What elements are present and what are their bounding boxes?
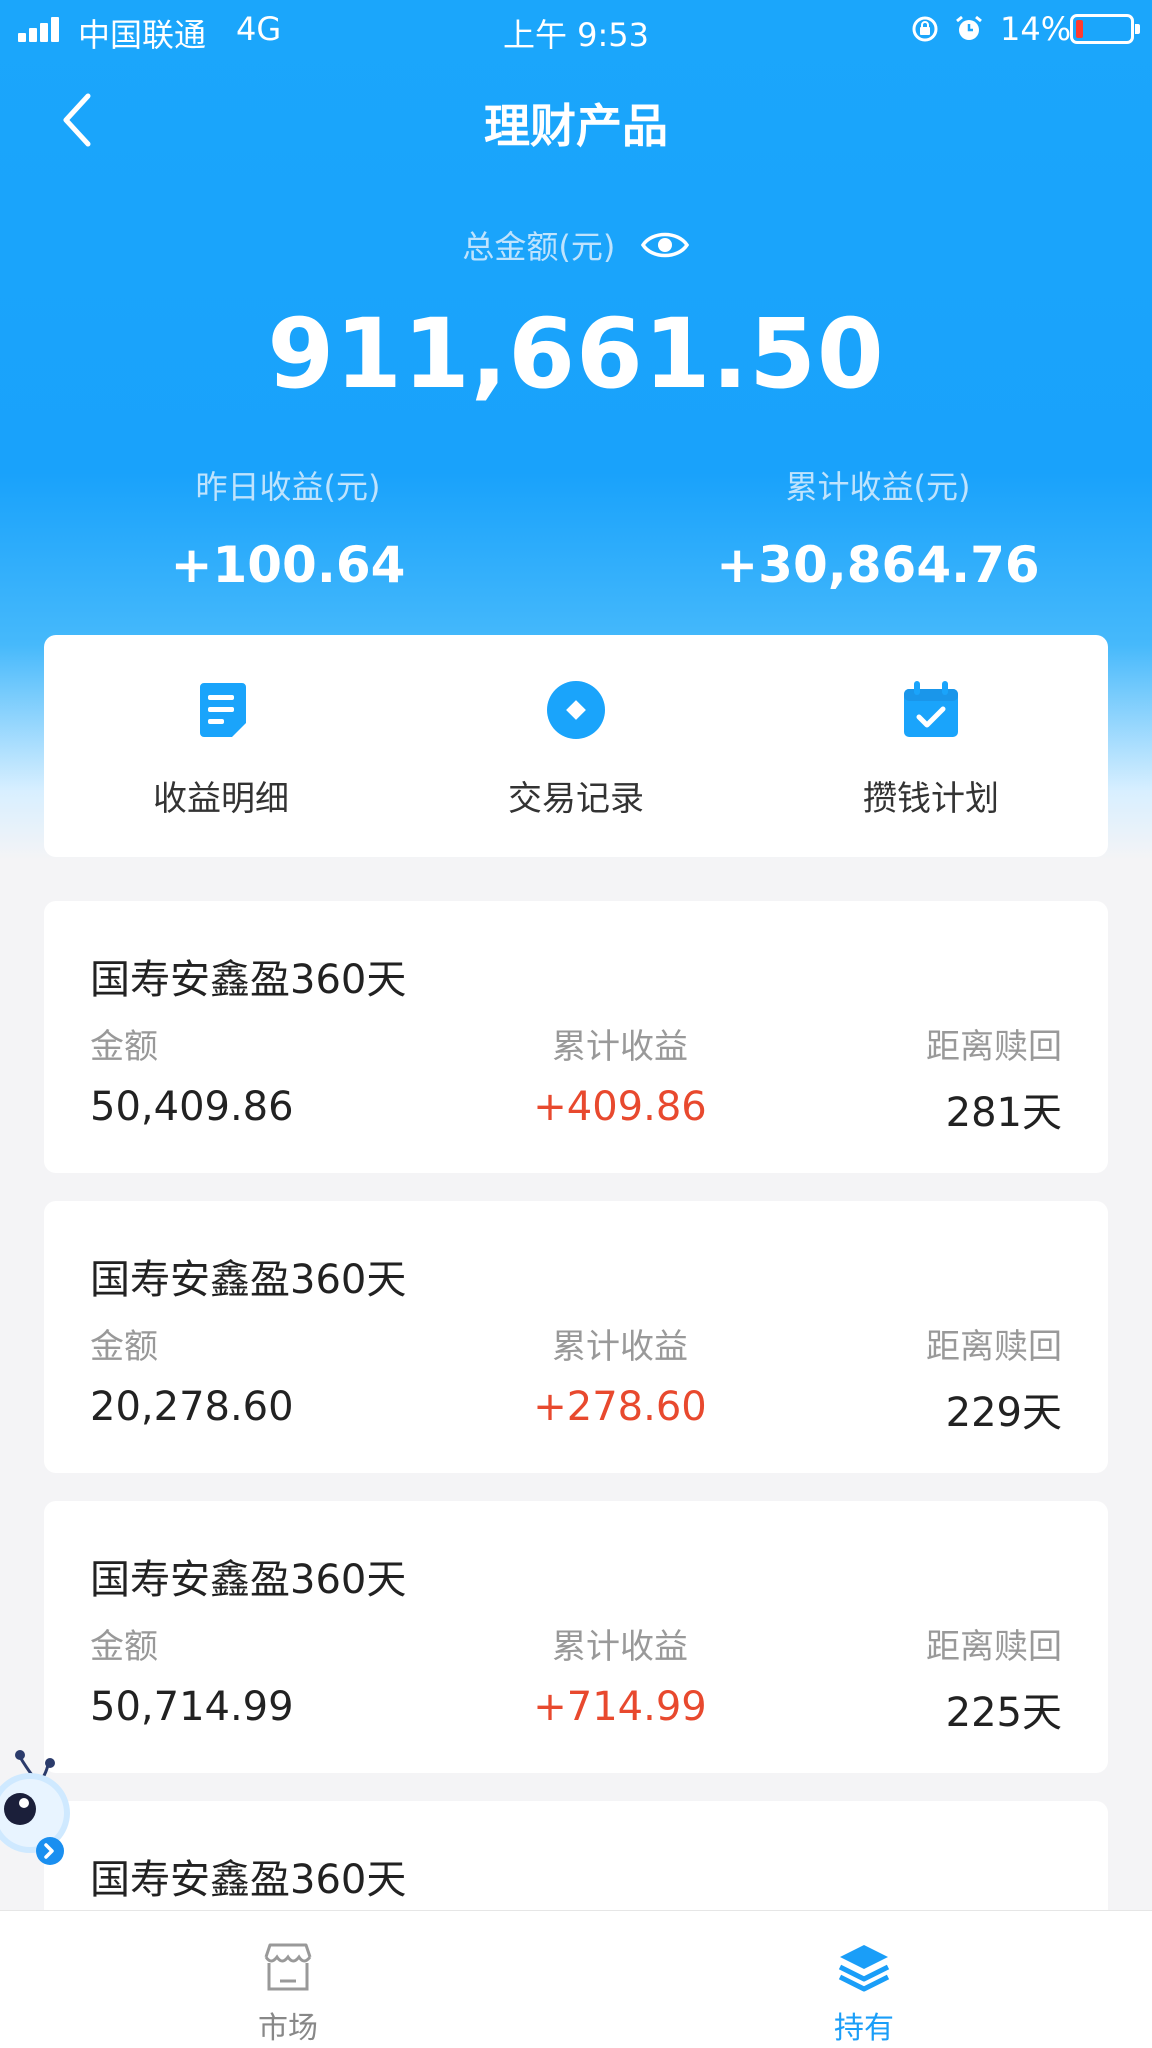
redemption-days: 229天 (945, 1390, 1062, 1436)
amount-column: 金额 50,409.86 (90, 1019, 294, 1130)
document-icon (200, 683, 246, 737)
amount-value: 50,714.99 (90, 1684, 294, 1730)
product-name: 国寿安鑫盈360天 (90, 1857, 407, 1903)
status-bar: 中国联通 4G 上午 9:53 14% (0, 0, 1152, 58)
page: 中国联通 4G 上午 9:53 14% 理财产品 总金额(元) 911,661.… (0, 0, 1152, 2048)
amount-label: 金额 (90, 1327, 158, 1367)
savings-plan-button[interactable]: 攒钱计划 (754, 635, 1108, 857)
calendar-check-icon (904, 681, 958, 737)
redemption-label: 距离赎回 (926, 1327, 1062, 1367)
rotation-lock-icon (912, 16, 938, 42)
product-name: 国寿安鑫盈360天 (90, 1557, 407, 1603)
cumulative-earnings-value: +30,864.76 (716, 536, 1040, 594)
record-icon (547, 681, 605, 739)
action-label: 交易记录 (508, 779, 644, 819)
transaction-record-button[interactable]: 交易记录 (399, 635, 753, 857)
cumulative-earnings-label: 累计收益(元) (785, 468, 971, 506)
amount-label: 金额 (90, 1027, 158, 1067)
product-card[interactable]: 国寿安鑫盈360天 金额 50,409.86 累计收益 +409.86 距离赎回… (44, 901, 1108, 1173)
profit-column: 累计收益 +714.99 (500, 1619, 740, 1730)
amount-label: 金额 (90, 1627, 158, 1667)
cumulative-earnings: 累计收益(元) +30,864.76 (590, 462, 1152, 594)
battery-level (1076, 20, 1083, 38)
action-label: 攒钱计划 (863, 779, 999, 819)
tab-bar: 市场 持有 (0, 1910, 1152, 2048)
total-amount-label: 总金额(元) (462, 228, 616, 266)
tab-market[interactable]: 市场 (0, 1911, 576, 2048)
product-name: 国寿安鑫盈360天 (90, 1257, 407, 1303)
amount-value: 20,278.60 (90, 1384, 294, 1430)
layers-icon (838, 1945, 890, 1992)
redemption-column: 距离赎回 281天 (926, 1019, 1062, 1138)
total-label-row: 总金额(元) (0, 222, 1152, 268)
store-icon (264, 1943, 312, 1991)
total-amount-value: 911,661.50 (267, 298, 885, 410)
profit-label: 累计收益 (552, 1027, 688, 1067)
tab-holding[interactable]: 持有 (576, 1911, 1152, 2048)
amount-column: 金额 20,278.60 (90, 1319, 294, 1430)
product-name: 国寿安鑫盈360天 (90, 957, 407, 1003)
product-card[interactable]: 国寿安鑫盈360天 金额 50,714.99 累计收益 +714.99 距离赎回… (44, 1501, 1108, 1773)
redemption-column: 距离赎回 229天 (926, 1319, 1062, 1438)
nav-bar: 理财产品 (0, 80, 1152, 160)
redemption-days: 281天 (945, 1090, 1062, 1136)
profit-column: 累计收益 +409.86 (500, 1019, 740, 1130)
profit-value: +278.60 (533, 1384, 707, 1430)
yesterday-earnings: 昨日收益(元) +100.64 (0, 462, 576, 594)
profit-label: 累计收益 (552, 1327, 688, 1367)
redemption-label: 距离赎回 (926, 1627, 1062, 1667)
action-label: 收益明细 (153, 779, 289, 819)
amount-value: 50,409.86 (90, 1084, 294, 1130)
profit-column: 累计收益 +278.60 (500, 1319, 740, 1430)
redemption-label: 距离赎回 (926, 1027, 1062, 1067)
yesterday-earnings-label: 昨日收益(元) (195, 468, 381, 506)
tab-label: 市场 (258, 2011, 318, 2046)
profit-value: +714.99 (533, 1684, 707, 1730)
amount-column: 金额 50,714.99 (90, 1619, 294, 1730)
redemption-days: 225天 (945, 1690, 1062, 1736)
product-card[interactable]: 国寿安鑫盈360天 金额 20,278.60 累计收益 +278.60 距离赎回… (44, 1201, 1108, 1473)
earnings-detail-button[interactable]: 收益明细 (44, 635, 398, 857)
alarm-icon (956, 15, 982, 40)
tab-label: 持有 (834, 2011, 894, 2046)
page-title: 理财产品 (484, 99, 668, 153)
mascot-assistant-icon[interactable] (0, 1745, 76, 1875)
profit-value: +409.86 (533, 1084, 707, 1130)
redemption-column: 距离赎回 225天 (926, 1619, 1062, 1738)
battery-icon (1070, 14, 1140, 44)
battery-percent: 14% (1000, 10, 1072, 48)
profit-label: 累计收益 (552, 1627, 688, 1667)
quick-actions-card: 收益明细 交易记录 攒钱计划 (44, 635, 1108, 857)
eye-icon[interactable] (640, 227, 690, 263)
yesterday-earnings-value: +100.64 (170, 536, 406, 594)
